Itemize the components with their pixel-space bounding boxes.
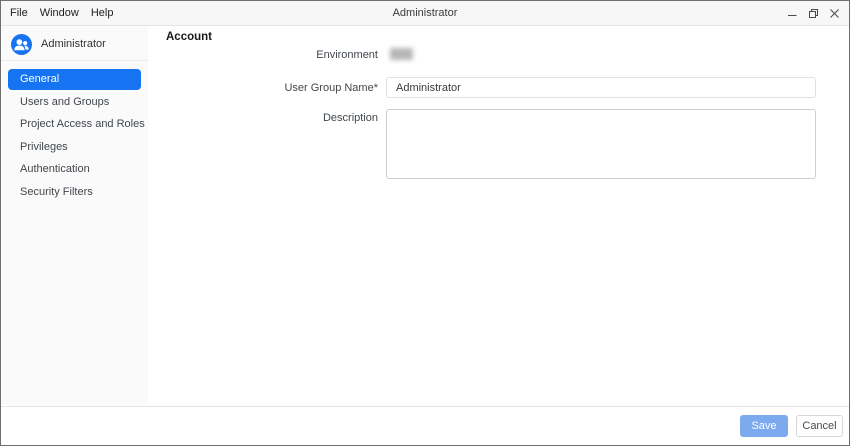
description-label: Description xyxy=(148,112,378,124)
sidebar-item-project-access-and-roles[interactable]: Project Access and Roles xyxy=(1,114,148,137)
menu-window[interactable]: Window xyxy=(34,7,85,19)
sidebar-nav: General Users and Groups Project Access … xyxy=(1,69,148,204)
cancel-button[interactable]: Cancel xyxy=(796,415,843,437)
minimize-icon[interactable] xyxy=(787,8,798,19)
environment-value-redacted xyxy=(390,48,413,60)
account-header: Administrator xyxy=(11,33,148,55)
description-textarea[interactable] xyxy=(386,109,816,179)
sidebar: Administrator General Users and Groups P… xyxy=(1,26,148,405)
page-title: Account xyxy=(166,31,212,43)
sidebar-item-users-and-groups[interactable]: Users and Groups xyxy=(1,92,148,115)
user-group-name-input[interactable] xyxy=(386,77,816,98)
app-window: Administrator File Window Help xyxy=(0,0,850,446)
menu-help[interactable]: Help xyxy=(85,7,120,19)
account-name: Administrator xyxy=(41,38,106,50)
menu-list: File Window Help xyxy=(4,1,119,25)
footer-bar xyxy=(1,406,849,445)
environment-label: Environment xyxy=(148,49,378,61)
sidebar-item-authentication[interactable]: Authentication xyxy=(1,159,148,182)
sidebar-item-security-filters[interactable]: Security Filters xyxy=(1,182,148,205)
close-icon[interactable] xyxy=(829,8,840,19)
sidebar-item-privileges[interactable]: Privileges xyxy=(1,137,148,160)
menu-bar: Administrator File Window Help xyxy=(1,1,849,26)
window-title: Administrator xyxy=(1,1,849,25)
window-controls xyxy=(787,1,840,25)
sidebar-divider xyxy=(1,60,148,61)
restore-icon[interactable] xyxy=(808,8,819,19)
sidebar-item-general[interactable]: General xyxy=(8,69,141,90)
menu-file[interactable]: File xyxy=(4,7,34,19)
save-button[interactable]: Save xyxy=(740,415,788,437)
user-group-name-label: User Group Name* xyxy=(148,82,378,94)
user-group-avatar-icon xyxy=(11,34,32,55)
